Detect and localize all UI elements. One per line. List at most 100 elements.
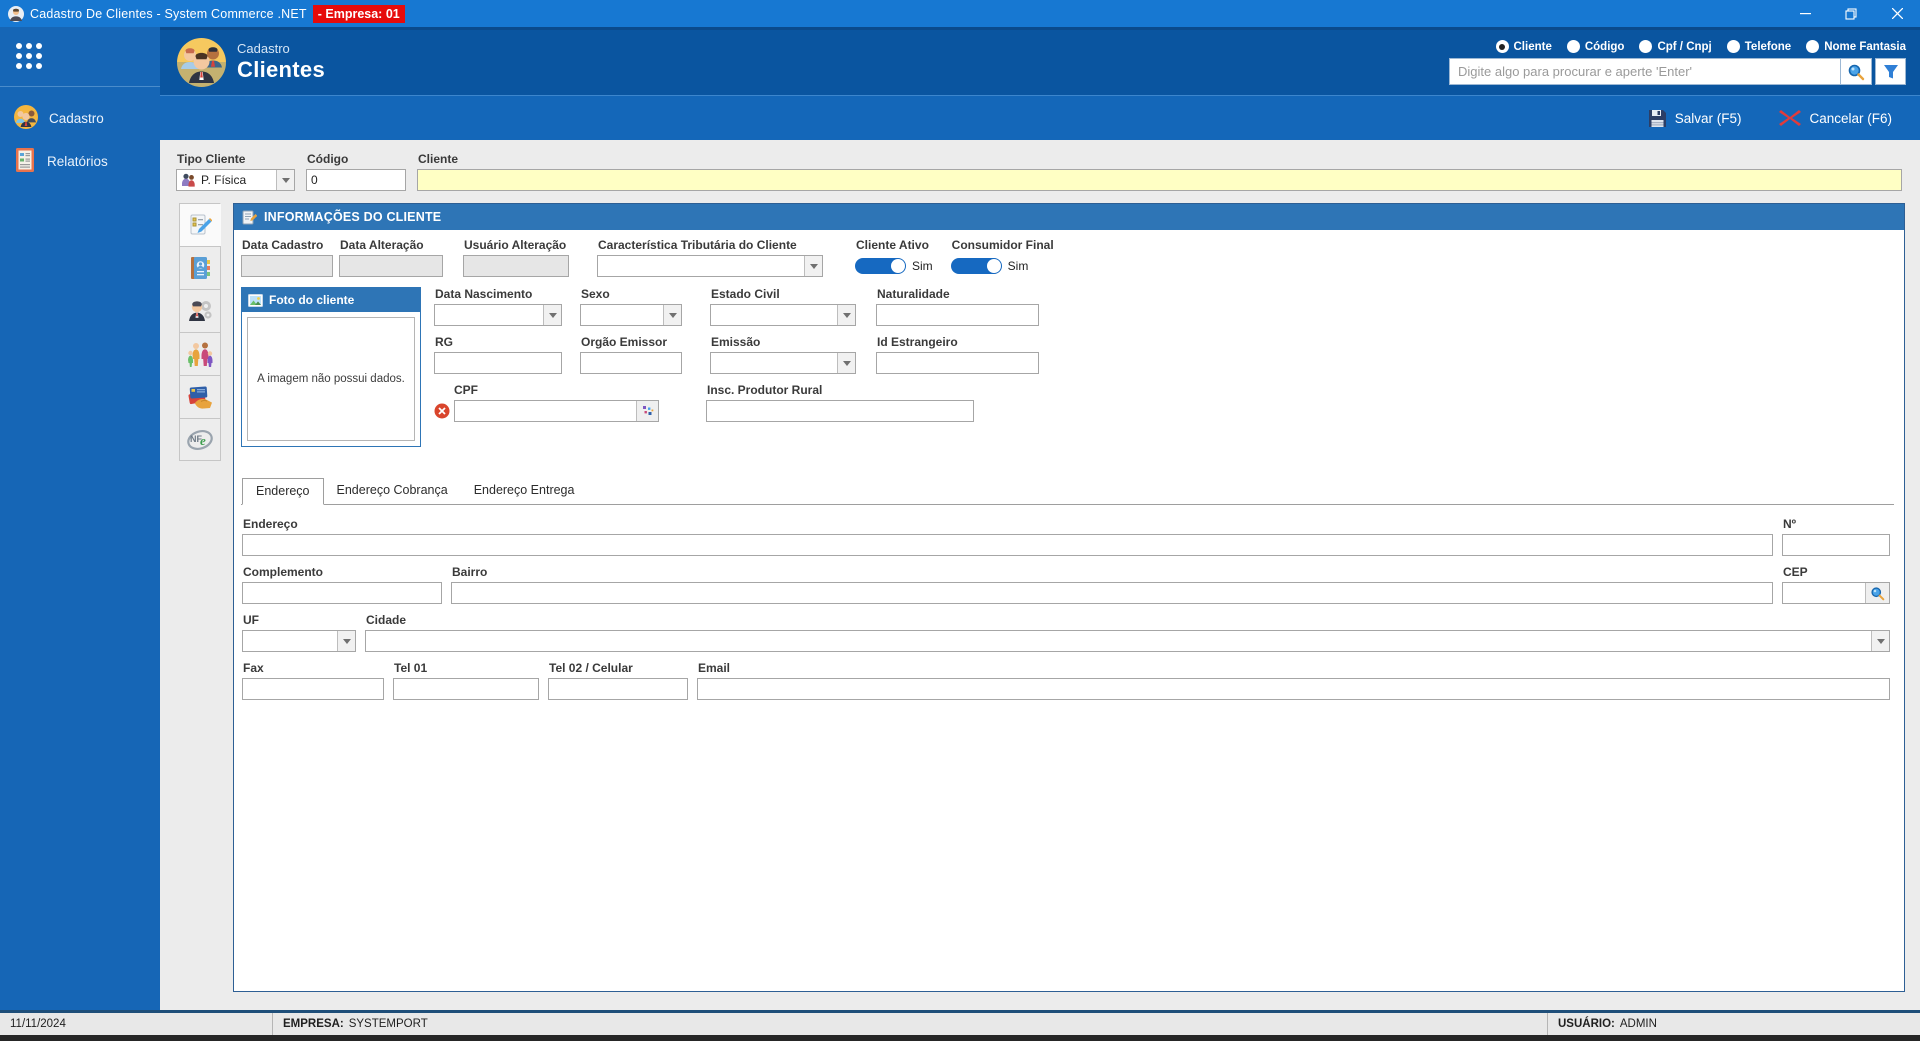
save-button[interactable]: Salvar (F5) — [1642, 105, 1748, 132]
tab-nfe-button[interactable]: NF e — [179, 418, 221, 461]
cliente-ativo-toggle[interactable] — [855, 258, 906, 274]
rg-input[interactable] — [434, 352, 562, 374]
clients-avatar — [177, 38, 226, 87]
sexo-combobox[interactable] — [580, 304, 682, 326]
save-floppy-icon — [1648, 109, 1666, 127]
restore-button[interactable] — [1828, 0, 1874, 27]
numero-input[interactable] — [1782, 534, 1890, 556]
insc-produtor-rural-input[interactable] — [706, 400, 974, 422]
tab-financeiro-button[interactable] — [179, 375, 221, 418]
complemento-label: Complemento — [243, 565, 324, 579]
bairro-input[interactable] — [451, 582, 1773, 604]
tel02-celular-label: Tel 02 / Celular — [549, 661, 633, 675]
consumidor-final-label: Consumidor Final — [951, 238, 1054, 252]
cadastro-people-icon — [13, 104, 39, 133]
caracteristica-tributaria-combobox[interactable] — [597, 255, 823, 277]
naturalidade-input[interactable] — [876, 304, 1039, 326]
estado-civil-label: Estado Civil — [711, 287, 780, 301]
endereco-tabpage: Endereço Nº Complemento Bairro CEP UF Ci… — [241, 505, 1894, 700]
photo-area[interactable]: A imagem não possui dados. — [242, 312, 420, 446]
chevron-down-icon[interactable] — [837, 353, 855, 373]
app-window: Cadastro De Clientes - System Commerce .… — [0, 0, 1920, 1041]
email-input[interactable] — [697, 678, 1890, 700]
cpf-lookup-button[interactable] — [636, 401, 658, 421]
orgao-emissor-input[interactable] — [580, 352, 682, 374]
contact-book-icon — [191, 257, 210, 279]
codigo-input[interactable] — [306, 169, 406, 191]
filter-button[interactable] — [1875, 58, 1906, 85]
tipo-cliente-label: Tipo Cliente — [177, 152, 246, 166]
radio-cliente[interactable]: Cliente — [1495, 40, 1552, 53]
photo-panel-title: Foto do cliente — [269, 293, 355, 307]
cancel-button[interactable]: Cancelar (F6) — [1773, 104, 1898, 132]
estado-civil-combobox[interactable] — [710, 304, 856, 326]
sidebar-item-label: Cadastro — [49, 111, 104, 126]
statusbar: 11/11/2024 EMPRESA: SYSTEMPORT USUÁRIO: … — [0, 1010, 1920, 1041]
endereco-input[interactable] — [242, 534, 1773, 556]
status-usuario-label: USUÁRIO: — [1558, 1018, 1615, 1030]
tel02-celular-input[interactable] — [548, 678, 688, 700]
tab-endereco[interactable]: Endereço — [242, 478, 324, 505]
radio-cpf-cnpj[interactable]: Cpf / Cnpj — [1639, 40, 1712, 53]
save-label: Salvar (F5) — [1674, 110, 1742, 126]
apps-menu-icon[interactable] — [0, 27, 43, 82]
minimize-button[interactable] — [1782, 0, 1828, 27]
sexo-label: Sexo — [581, 287, 610, 301]
chevron-down-icon[interactable] — [337, 631, 355, 651]
tab-endereco-cobranca[interactable]: Endereço Cobrança — [324, 478, 461, 505]
tipo-cliente-combobox[interactable]: P. Física — [176, 169, 295, 191]
chevron-down-icon[interactable] — [276, 170, 294, 190]
cidade-combobox[interactable] — [365, 630, 1890, 652]
status-empresa-label: EMPRESA: — [283, 1018, 344, 1030]
section-title: INFORMAÇÕES DO CLIENTE — [264, 210, 442, 224]
data-nascimento-combobox[interactable] — [434, 304, 562, 326]
chevron-down-icon[interactable] — [663, 305, 681, 325]
complemento-input[interactable] — [242, 582, 442, 604]
chevron-down-icon[interactable] — [804, 256, 822, 276]
search-input[interactable] — [1449, 58, 1841, 85]
fax-label: Fax — [243, 661, 264, 675]
radio-codigo[interactable]: Código — [1566, 40, 1625, 53]
cliente-label: Cliente — [418, 152, 459, 166]
radio-nome-fantasia[interactable]: Nome Fantasia — [1806, 40, 1906, 53]
usuario-alteracao-label: Usuário Alteração — [464, 238, 567, 252]
tab-config-cliente-button[interactable] — [179, 289, 221, 332]
cancel-label: Cancelar (F6) — [1809, 110, 1892, 126]
chevron-down-icon[interactable] — [837, 305, 855, 325]
section-header: INFORMAÇÕES DO CLIENTE — [234, 204, 1904, 230]
form-icon — [242, 210, 257, 224]
photo-icon — [248, 293, 263, 307]
search-button[interactable] — [1841, 58, 1872, 85]
cpf-input[interactable] — [455, 401, 636, 421]
svg-text:e: e — [200, 433, 206, 448]
bairro-label: Bairro — [452, 565, 488, 579]
emissao-combobox[interactable] — [710, 352, 856, 374]
sidebar-item-cadastro[interactable]: Cadastro — [0, 97, 160, 140]
cliente-input[interactable] — [417, 169, 1902, 191]
tab-dados-gerais-button[interactable] — [179, 203, 221, 246]
tel01-input[interactable] — [393, 678, 539, 700]
cep-input[interactable] — [1783, 583, 1865, 603]
radio-label: Telefone — [1744, 40, 1792, 53]
chevron-down-icon[interactable] — [1871, 631, 1889, 651]
search-icon — [1871, 586, 1885, 600]
chevron-down-icon[interactable] — [543, 305, 561, 325]
consumidor-final-toggle[interactable] — [950, 258, 1002, 274]
personal-fields: Data Nascimento Sexo Estado Civil Natura… — [434, 287, 1894, 447]
uf-combobox[interactable] — [242, 630, 356, 652]
close-button[interactable] — [1874, 0, 1920, 27]
tab-contatos-button[interactable] — [179, 246, 221, 289]
id-estrangeiro-input[interactable] — [876, 352, 1039, 374]
cep-search-button[interactable] — [1865, 583, 1889, 603]
radio-telefone[interactable]: Telefone — [1726, 40, 1792, 53]
fax-input[interactable] — [242, 678, 384, 700]
quick-form: Tipo Cliente P. Física Código 0 Cliente — [174, 150, 1906, 203]
tab-dependentes-button[interactable] — [179, 332, 221, 375]
sidebar-item-relatorios[interactable]: Relatórios — [0, 140, 160, 183]
person-type-icon — [182, 173, 195, 187]
window-bottom-edge — [0, 1035, 1920, 1041]
radio-label: Código — [1584, 40, 1625, 53]
data-alteracao-input — [339, 255, 443, 277]
tab-endereco-entrega[interactable]: Endereço Entrega — [461, 478, 588, 505]
page-title: Clientes — [237, 57, 325, 83]
